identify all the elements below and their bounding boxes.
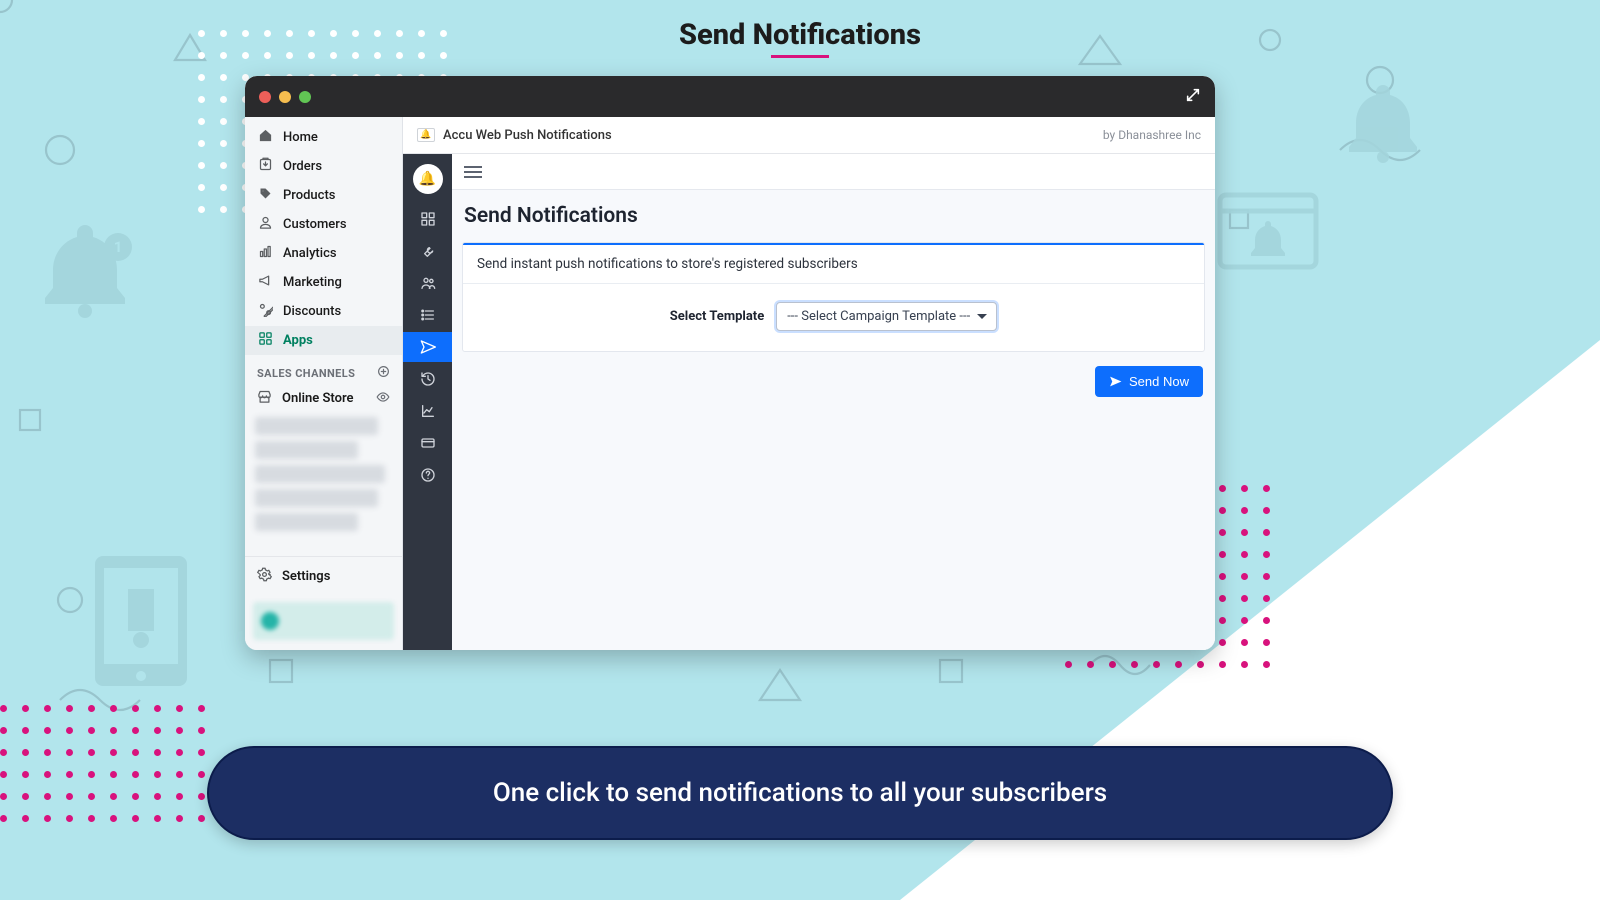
- app-title: Accu Web Push Notifications: [443, 128, 612, 143]
- sidebar-item-label: Discounts: [283, 304, 341, 319]
- app-content: Send Notifications Send instant push not…: [452, 154, 1215, 650]
- window-titlebar: [245, 76, 1215, 117]
- send-icon[interactable]: [403, 332, 452, 362]
- gear-icon: [257, 567, 272, 586]
- send-now-label: Send Now: [1129, 374, 1189, 389]
- caption-text: One click to send notifications to all y…: [493, 778, 1107, 808]
- history-icon[interactable]: [403, 364, 452, 394]
- card-header: Send instant push notifications to store…: [463, 243, 1204, 283]
- store-chip[interactable]: [253, 602, 394, 640]
- online-store-label: Online Store: [282, 391, 354, 406]
- sales-channels-header: SALES CHANNELS: [245, 359, 402, 384]
- eye-icon[interactable]: [376, 390, 390, 408]
- select-template-label: Select Template: [670, 309, 764, 324]
- traffic-light-close[interactable]: [259, 91, 271, 103]
- content-title: Send Notifications: [464, 204, 1205, 228]
- app-icon-rail: 🔔: [403, 154, 452, 650]
- expand-icon[interactable]: [1185, 87, 1201, 107]
- blurred-list: [245, 413, 402, 535]
- help-icon[interactable]: [403, 460, 452, 490]
- apps-icon: [257, 331, 273, 350]
- svg-text:1: 1: [114, 238, 123, 256]
- shopify-nav: Home Orders Products Customers: [245, 117, 402, 359]
- sidebar-item-marketing[interactable]: Marketing: [245, 268, 402, 297]
- list-icon[interactable]: [403, 300, 452, 330]
- heading-underline: [771, 55, 829, 58]
- percent-icon: [257, 302, 273, 321]
- campaign-template-select[interactable]: --- Select Campaign Template ---: [776, 302, 997, 331]
- sidebar-item-customers[interactable]: Customers: [245, 210, 402, 239]
- traffic-light-minimize[interactable]: [279, 91, 291, 103]
- app-badge-icon: 🔔: [417, 128, 435, 142]
- tag-icon: [257, 186, 273, 205]
- caption-pill: One click to send notifications to all y…: [207, 746, 1393, 840]
- sidebar-item-discounts[interactable]: Discounts: [245, 297, 402, 326]
- dashboard-icon[interactable]: [403, 204, 452, 234]
- app-logo[interactable]: 🔔: [413, 164, 443, 194]
- traffic-light-zoom[interactable]: [299, 91, 311, 103]
- sidebar-item-online-store[interactable]: Online Store: [245, 384, 402, 413]
- sidebar-item-orders[interactable]: Orders: [245, 152, 402, 181]
- sidebar-item-label: Home: [283, 130, 318, 145]
- analytics-icon: [257, 244, 273, 263]
- users-icon[interactable]: [403, 268, 452, 298]
- plus-icon[interactable]: [377, 365, 390, 382]
- sidebar-item-label: Products: [283, 188, 335, 203]
- embedded-app-header: 🔔 Accu Web Push Notifications by Dhanash…: [403, 117, 1215, 154]
- card-icon[interactable]: [403, 428, 452, 458]
- app-byline: by Dhanashree Inc: [1103, 128, 1201, 142]
- shopify-sidebar: Home Orders Products Customers: [245, 117, 403, 650]
- settings-label: Settings: [282, 569, 330, 584]
- app-window: Home Orders Products Customers: [245, 76, 1215, 650]
- sidebar-item-home[interactable]: Home: [245, 123, 402, 152]
- wrench-icon[interactable]: [403, 236, 452, 266]
- sidebar-item-apps[interactable]: Apps: [245, 326, 402, 355]
- sidebar-item-label: Analytics: [283, 246, 337, 261]
- sidebar-item-settings[interactable]: Settings: [245, 557, 402, 596]
- store-icon: [257, 389, 272, 408]
- sidebar-item-label: Orders: [283, 159, 322, 174]
- hamburger-icon[interactable]: [464, 166, 482, 178]
- sidebar-item-label: Customers: [283, 217, 347, 232]
- sales-channels-label: SALES CHANNELS: [257, 367, 355, 380]
- send-now-button[interactable]: Send Now: [1095, 366, 1203, 397]
- megaphone-icon: [257, 273, 273, 292]
- send-card: Send instant push notifications to store…: [462, 242, 1205, 352]
- home-icon: [257, 128, 273, 147]
- sidebar-item-label: Apps: [283, 333, 313, 348]
- app-topbar: [452, 154, 1215, 190]
- sidebar-item-analytics[interactable]: Analytics: [245, 239, 402, 268]
- orders-icon: [257, 157, 273, 176]
- sidebar-item-label: Marketing: [283, 275, 342, 290]
- user-icon: [257, 215, 273, 234]
- sidebar-item-products[interactable]: Products: [245, 181, 402, 210]
- chart-icon[interactable]: [403, 396, 452, 426]
